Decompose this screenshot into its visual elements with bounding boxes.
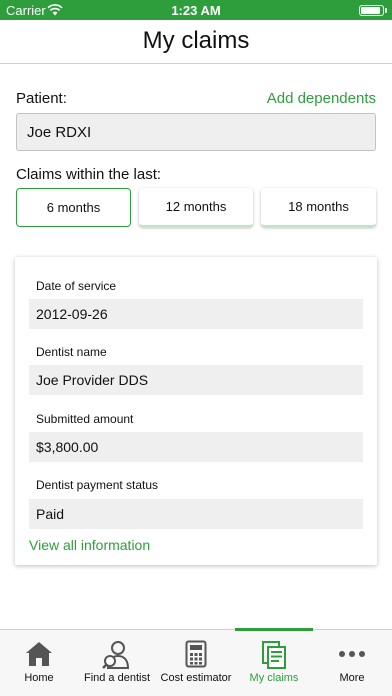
tab-cost-estimator-label: Cost estimator <box>160 672 232 684</box>
calculator-icon <box>157 640 235 670</box>
home-icon <box>0 640 78 670</box>
dentist-name-value: Joe Provider DDS <box>29 365 363 395</box>
more-icon <box>313 640 391 670</box>
tab-home[interactable]: Home <box>0 630 78 696</box>
tab-more[interactable]: More <box>313 630 391 696</box>
patient-label: Patient: <box>16 90 67 107</box>
tab-find-a-dentist-label: Find a dentist <box>83 672 151 684</box>
submitted-amount-value: $3,800.00 <box>29 432 363 462</box>
patient-selector[interactable]: Joe RDXI <box>16 113 376 151</box>
page-title: My claims <box>142 27 250 54</box>
navigation-bar: My claims <box>0 20 392 64</box>
claims-icon <box>235 640 313 670</box>
period-18-months-button[interactable]: 18 months <box>261 188 376 227</box>
date-of-service-label: Date of service <box>36 279 117 293</box>
tab-bar: Home Find a dentist Cost estimator My cl… <box>0 628 392 696</box>
view-all-information-link[interactable]: View all information <box>29 537 150 553</box>
payment-status-label: Dentist payment status <box>36 478 159 492</box>
tab-home-label: Home <box>24 672 54 684</box>
find-dentist-icon <box>78 640 156 670</box>
tab-cost-estimator[interactable]: Cost estimator <box>157 630 235 696</box>
period-12-months-button[interactable]: 12 months <box>139 188 253 227</box>
clock: 1:23 AM <box>171 3 221 18</box>
tab-my-claims-label: My claims <box>249 672 299 684</box>
add-dependents-link[interactable]: Add dependents <box>267 90 376 107</box>
tab-find-a-dentist[interactable]: Find a dentist <box>78 630 156 696</box>
period-6-months-button[interactable]: 6 months <box>16 188 131 227</box>
main-content: Patient: Add dependents Joe RDXI Claims … <box>0 65 392 629</box>
tab-more-label: More <box>339 672 365 684</box>
claims-period-label: Claims within the last: <box>16 166 162 183</box>
battery-icon <box>359 5 387 16</box>
payment-status-value: Paid <box>29 499 363 529</box>
submitted-amount-label: Submitted amount <box>36 412 134 426</box>
status-bar: Carrier 1:23 AM <box>0 0 392 20</box>
date-of-service-value: 2012-09-26 <box>29 299 363 329</box>
claim-card: Date of service 2012-09-26 Dentist name … <box>15 257 377 565</box>
tab-my-claims[interactable]: My claims <box>235 630 313 696</box>
dentist-name-label: Dentist name <box>36 345 107 359</box>
